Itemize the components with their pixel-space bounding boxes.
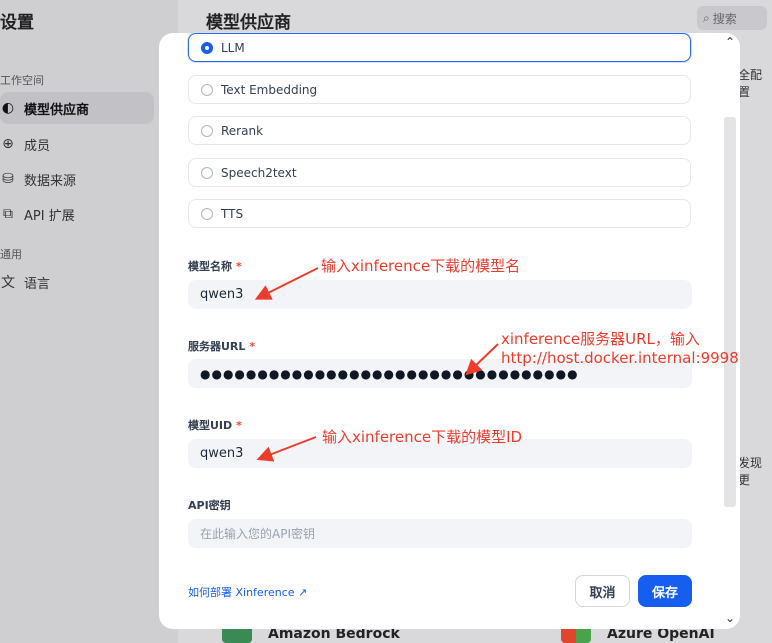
cancel-button[interactable]: 取消 [575,575,630,607]
sidebar-item-label: API 扩展 [24,208,75,224]
search-placeholder: 搜索 [712,11,737,26]
sidebar-item-label: 成员 [24,138,51,154]
translate-icon: 文 [1,275,15,291]
right-partial-text: 全配置 [738,68,763,99]
option-label: Text Embedding [221,82,318,97]
save-button[interactable]: 保存 [638,575,692,607]
annotation-model-name: 输入xinference下载的模型名 [321,257,521,275]
radio-unchecked-icon [201,83,213,96]
option-label: Rerank [221,123,264,138]
sidebar-item-language[interactable]: 文 语言 [0,266,154,298]
sidebar-item-label: 数据来源 [24,173,77,189]
deploy-xinference-link[interactable]: 如何部署 Xinference ↗ [188,584,307,600]
search-icon: ⌕ [703,10,710,25]
sidebar-item-model-provider[interactable]: ◐ 模型供应商 [0,92,154,124]
model-uid-label: 模型UID * [188,417,242,433]
api-extension-icon: ⧉ [3,206,13,222]
radio-unchecked-icon [201,124,213,137]
annotation-model-uid: 输入xinference下载的模型ID [322,428,523,446]
model-type-rerank[interactable]: Rerank [188,116,691,145]
sidebar-item-api-extension[interactable]: ⧉ API 扩展 [0,198,154,230]
model-name-label: 模型名称 * [188,258,242,274]
section-workspace: 工作空间 [0,74,44,87]
option-label: Speech2text [221,165,297,180]
model-type-llm[interactable]: LLM [188,33,691,62]
settings-title: 设置 [0,13,34,33]
sidebar-item-data-source[interactable]: ⛁ 数据来源 [0,163,154,195]
database-icon: ⛁ [2,171,14,187]
members-icon: ⊕ [2,136,14,152]
settings-sidebar: 设置 工作空间 ◐ 模型供应商 ⊕ 成员 ⛁ 数据来源 ⧉ API 扩展 通用 … [0,0,178,643]
model-type-text-embedding[interactable]: Text Embedding [188,75,691,104]
option-label: TTS [221,206,244,221]
radio-checked-icon [201,41,213,54]
sidebar-item-members[interactable]: ⊕ 成员 [0,128,154,160]
required-marker: * [249,340,256,353]
radio-unchecked-icon [201,207,213,220]
sidebar-item-label: 模型供应商 [24,102,90,118]
annotation-server-url-line2: http://host.docker.internal:9998 [501,349,739,367]
scroll-down-icon[interactable]: ⌄ [720,611,740,625]
dialog-scrollbar[interactable]: ⌃ ⌄ [720,33,740,629]
required-marker: * [236,260,242,273]
label-text: 模型UID [188,419,233,432]
right-partial-text: 发现更 [738,456,763,487]
model-type-tts[interactable]: TTS [188,199,691,228]
model-name-input[interactable]: qwen3 [188,280,692,309]
model-type-speech2text[interactable]: Speech2text [188,158,691,187]
page-title: 模型供应商 [206,13,291,33]
annotation-server-url-line1: xinference服务器URL，输入 [501,330,700,348]
radio-unchecked-icon [201,166,213,179]
scrollbar-thumb[interactable] [724,117,736,507]
option-label: LLM [221,40,245,55]
brain-icon: ◐ [1,100,15,116]
search-input[interactable]: ⌕ 搜索 [697,6,767,30]
required-marker: * [236,419,242,432]
section-general: 通用 [0,248,22,261]
label-text: 服务器URL [188,340,246,353]
sidebar-item-label: 语言 [24,276,51,292]
scroll-up-icon[interactable]: ⌃ [720,35,740,49]
api-key-label: API密钥 [188,499,231,512]
server-url-label: 服务器URL * [188,338,255,354]
api-key-input[interactable]: 在此输入您的API密钥 [188,519,692,548]
label-text: 模型名称 [188,260,232,273]
